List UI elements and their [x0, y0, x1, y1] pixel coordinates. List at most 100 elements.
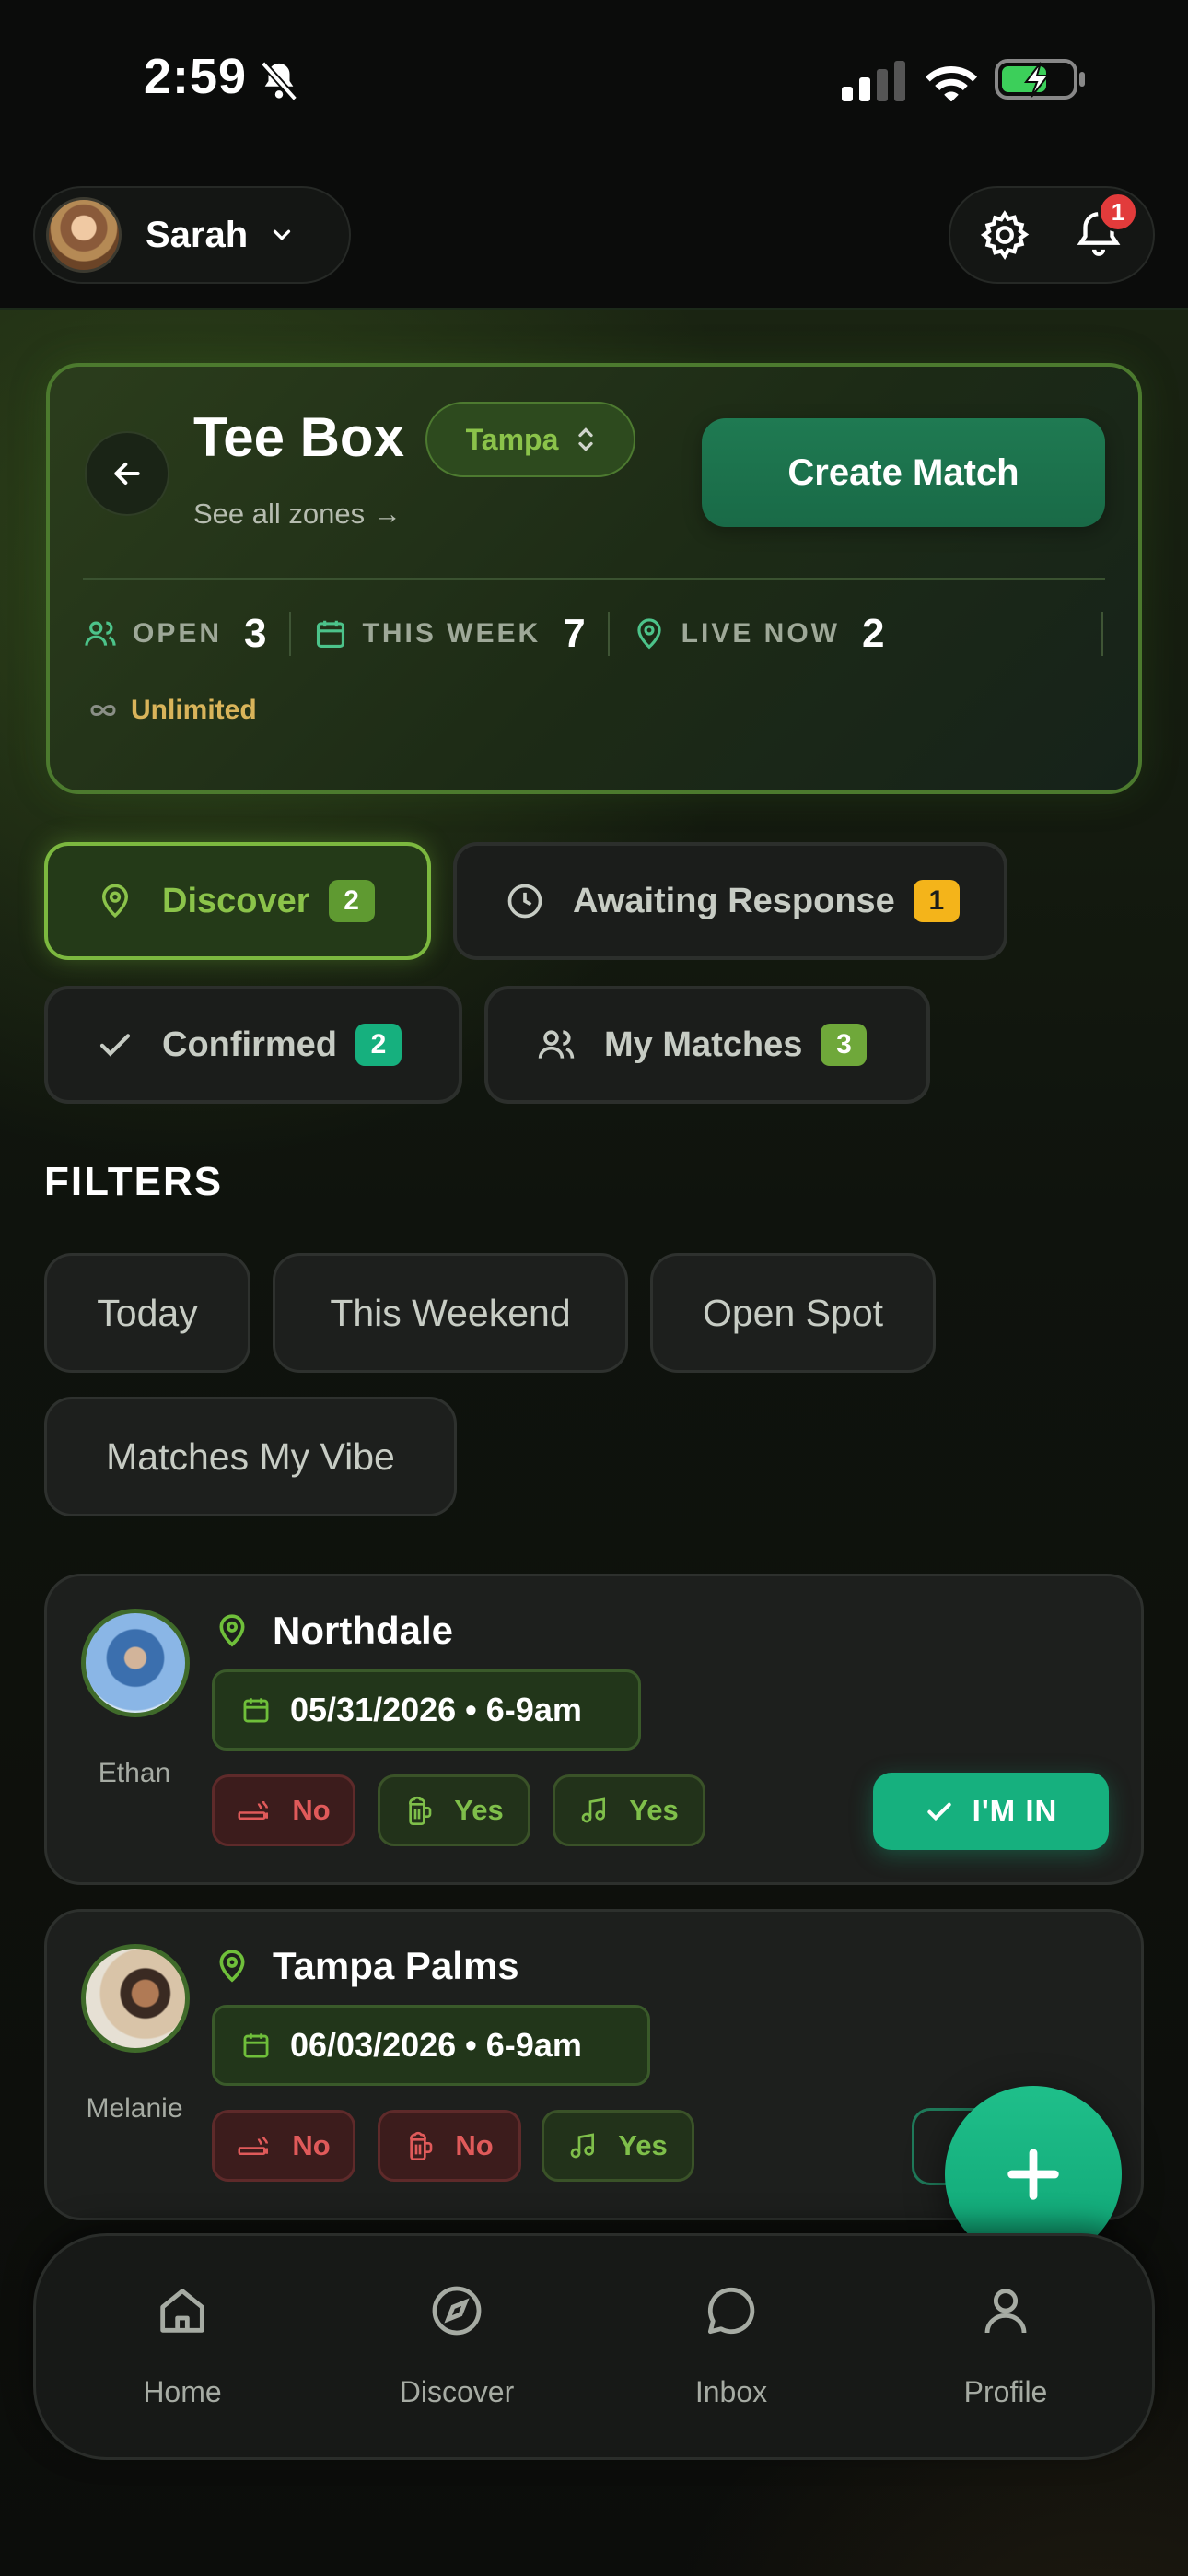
- city-label: Tampa: [465, 422, 559, 456]
- beer-icon: [410, 2131, 433, 2160]
- match-date: 05/31/2026 • 6-9am: [212, 1669, 641, 1751]
- divider: [1101, 612, 1103, 656]
- nav-profile[interactable]: Profile: [914, 2281, 1098, 2409]
- music-pref: Yes: [553, 1774, 705, 1846]
- cigarette-icon: [238, 2136, 269, 2155]
- tab-confirmed[interactable]: Confirmed 2: [44, 986, 462, 1104]
- city-selector[interactable]: Tampa: [425, 402, 635, 477]
- tab-awaiting-response[interactable]: Awaiting Response 1: [453, 842, 1007, 960]
- beer-icon: [409, 1796, 432, 1825]
- battery-charging-icon: [995, 59, 1085, 100]
- users-icon: [538, 1030, 575, 1059]
- cigarette-icon: [238, 1800, 269, 1820]
- pref-value: No: [292, 2129, 331, 2161]
- pref-value: Yes: [629, 1794, 679, 1826]
- nav-inbox[interactable]: Inbox: [639, 2281, 823, 2409]
- calendar-icon: [243, 1698, 269, 1723]
- tab-label: Confirmed: [162, 1025, 337, 1064]
- infinity-icon: [90, 705, 116, 716]
- host-name: Melanie: [86, 2093, 183, 2124]
- tab-discover[interactable]: Discover 2: [44, 842, 431, 960]
- see-all-zones-link[interactable]: See all zones →: [193, 498, 402, 531]
- users-icon: [85, 621, 116, 646]
- pref-value: Yes: [454, 1794, 504, 1826]
- calendar-icon: [243, 2033, 269, 2058]
- stat-value: 7: [563, 611, 586, 656]
- host-avatar: [81, 1609, 190, 1717]
- chevron-down-icon: [274, 229, 291, 241]
- date-text: 05/31/2026 • 6-9am: [290, 1691, 582, 1728]
- divider: [607, 612, 610, 656]
- location-pin-icon: [637, 618, 661, 650]
- stats-row: OPEN 3 THIS WEEK 7 LIVE NOW 2: [83, 608, 885, 660]
- check-icon: [926, 1802, 951, 1821]
- account-switcher[interactable]: Sarah: [33, 186, 351, 284]
- create-match-button[interactable]: Create Match: [702, 418, 1105, 527]
- back-button[interactable]: [85, 431, 169, 516]
- music-note-icon: [570, 2133, 595, 2159]
- plan-badge: Unlimited: [85, 695, 257, 726]
- stat-value: 3: [244, 611, 267, 656]
- nav-label: Home: [143, 2375, 222, 2408]
- nav-home[interactable]: Home: [90, 2281, 274, 2409]
- count-badge: 2: [355, 1024, 402, 1066]
- nav-label: Profile: [963, 2375, 1048, 2408]
- stat-label: OPEN: [133, 618, 223, 649]
- home-icon: [160, 2289, 204, 2333]
- filter-chip-matches-my-vibe[interactable]: Matches My Vibe: [44, 1397, 457, 1516]
- plan-label: Unlimited: [131, 695, 257, 725]
- tab-label: Discover: [162, 881, 310, 920]
- person-icon: [984, 2289, 1027, 2334]
- im-in-button[interactable]: I'M IN: [873, 1773, 1109, 1850]
- match-date: 06/03/2026 • 6-9am: [212, 2005, 650, 2086]
- bell-slash-icon: [260, 61, 298, 101]
- match-location: Tampa Palms: [273, 1944, 519, 1987]
- wifi-icon: [926, 66, 977, 101]
- chevron-updown-icon: [578, 427, 594, 451]
- smoking-pref: No: [212, 2110, 355, 2182]
- user-avatar: [46, 197, 122, 273]
- nav-discover[interactable]: Discover: [365, 2281, 549, 2409]
- notification-badge: 1: [1098, 192, 1138, 232]
- check-icon: [99, 1034, 131, 1057]
- count-badge: 1: [913, 880, 960, 922]
- arrow-left-icon: [114, 463, 140, 485]
- filter-chip-today[interactable]: Today: [44, 1253, 250, 1373]
- count-badge: 2: [328, 880, 375, 922]
- nav-label: Inbox: [694, 2375, 768, 2408]
- divider: [288, 612, 291, 656]
- chat-icon: [707, 2287, 755, 2335]
- tab-my-matches[interactable]: My Matches 3: [484, 986, 930, 1104]
- stat-value: 2: [862, 611, 885, 656]
- plus-icon: [1007, 2149, 1059, 2200]
- location-pin-icon: [101, 884, 129, 919]
- tab-label: Awaiting Response: [573, 881, 895, 920]
- button-label: I'M IN: [972, 1794, 1058, 1828]
- match-location: Northdale: [273, 1609, 454, 1652]
- drinking-pref: No: [378, 2110, 521, 2182]
- filters-heading: FILTERS: [44, 1159, 224, 1204]
- filter-chip-open-spot[interactable]: Open Spot: [650, 1253, 936, 1373]
- count-badge: 3: [821, 1024, 868, 1066]
- music-note-icon: [581, 1797, 606, 1823]
- host-avatar: [81, 1944, 190, 2053]
- host-name: Ethan: [98, 1758, 171, 1788]
- date-text: 06/03/2026 • 6-9am: [290, 2026, 582, 2064]
- pref-value: No: [292, 1794, 331, 1826]
- pref-value: Yes: [618, 2129, 668, 2161]
- filter-chip-this-weekend[interactable]: This Weekend: [273, 1253, 628, 1373]
- clock-icon: [507, 884, 542, 919]
- location-pin-icon: [219, 1614, 245, 1647]
- zone-title: Tee Box: [193, 406, 404, 468]
- smoking-pref: No: [212, 1774, 355, 1846]
- stat-this-week: THIS WEEK 7: [313, 611, 586, 657]
- user-name: Sarah: [146, 214, 249, 255]
- stat-open: OPEN 3: [83, 611, 267, 657]
- gear-icon[interactable]: [978, 208, 1031, 262]
- tab-label: My Matches: [604, 1025, 803, 1064]
- music-pref: Yes: [542, 2110, 694, 2182]
- nav-label: Discover: [399, 2375, 515, 2408]
- stat-label: LIVE NOW: [681, 618, 841, 649]
- divider: [83, 578, 1105, 580]
- drinking-pref: Yes: [378, 1774, 530, 1846]
